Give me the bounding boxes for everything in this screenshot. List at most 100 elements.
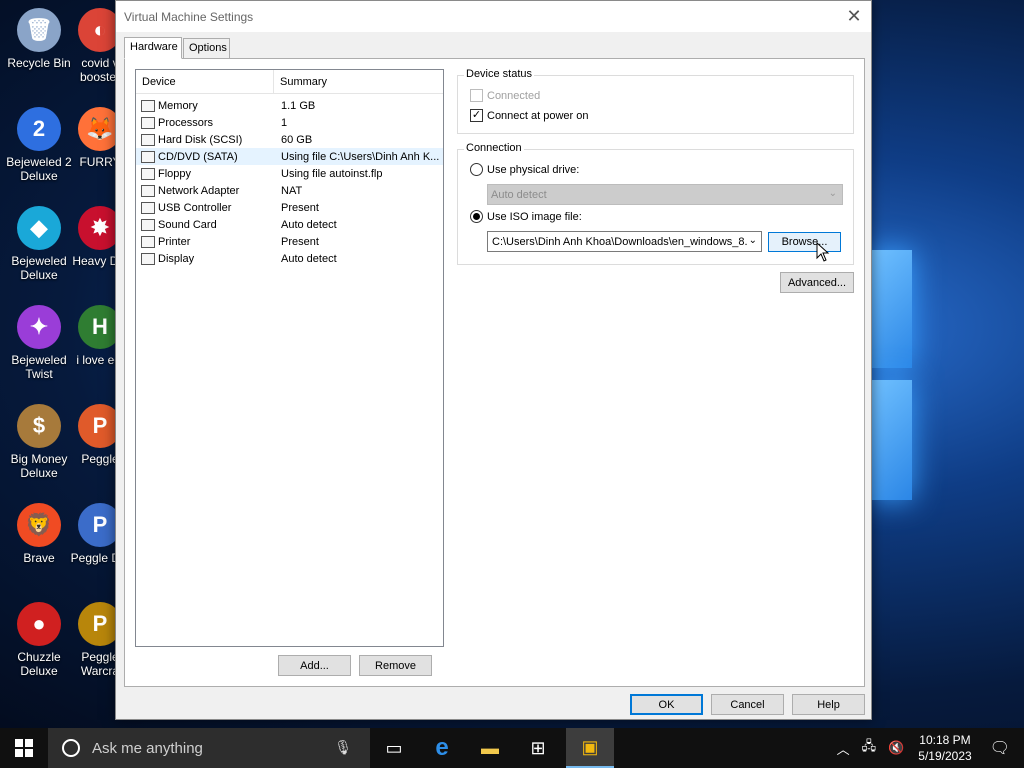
add-button[interactable]: Add... xyxy=(278,655,351,676)
physical-drive-select[interactable]: Auto detect ⌄ xyxy=(487,184,843,205)
usb-controller-icon xyxy=(141,201,155,214)
taskbar-search-box[interactable]: Ask me anything 🎙 xyxy=(48,728,370,768)
device-summary: Auto detect xyxy=(281,252,337,265)
device-row[interactable]: Memory 1.1 GB xyxy=(136,97,443,114)
chevron-down-icon: ⌄ xyxy=(828,188,837,199)
device-row[interactable]: Display Auto detect xyxy=(136,250,443,267)
taskbar: Ask me anything 🎙 ▭ e ▬ ⊞ ▣ ︿ 🖧 🔇 10:18 … xyxy=(0,728,1024,768)
connect-power-checkbox-row[interactable]: ✓ Connect at power on xyxy=(470,109,589,122)
device-name: USB Controller xyxy=(158,201,232,214)
search-placeholder: Ask me anything xyxy=(92,739,203,757)
connected-label: Connected xyxy=(487,89,541,102)
vmware-icon[interactable]: ▣ xyxy=(566,728,614,768)
column-header-device[interactable]: Device xyxy=(136,70,274,93)
device-summary: 1 xyxy=(281,116,288,129)
physical-drive-label: Use physical drive: xyxy=(487,163,580,176)
connect-power-checkbox[interactable]: ✓ xyxy=(470,109,483,122)
vm-settings-dialog: Virtual Machine Settings ✕ Hardware Opti… xyxy=(115,0,872,720)
iso-path-combobox[interactable]: C:\Users\Dinh Anh Khoa\Downloads\en_wind… xyxy=(487,231,762,252)
device-row[interactable]: Network Adapter NAT xyxy=(136,182,443,199)
chevron-up-icon[interactable]: ︿ xyxy=(837,739,850,758)
close-icon[interactable]: ✕ xyxy=(843,5,865,27)
network-adapter-icon xyxy=(141,184,155,197)
connect-power-label: Connect at power on xyxy=(487,109,589,122)
help-button[interactable]: Help xyxy=(792,694,865,715)
device-status-title: Device status xyxy=(464,68,535,80)
device-row[interactable]: Floppy Using file autoinst.flp xyxy=(136,165,443,182)
browse-button[interactable]: Browse... xyxy=(768,232,841,252)
device-summary: NAT xyxy=(281,184,303,197)
processor-icon xyxy=(141,116,155,129)
device-summary: 60 GB xyxy=(281,133,313,146)
physical-drive-radio-row[interactable]: Use physical drive: xyxy=(470,163,579,176)
hard-disk-icon xyxy=(141,133,155,146)
floppy-icon xyxy=(141,167,155,180)
device-row[interactable]: Hard Disk (SCSI) 60 GB xyxy=(136,131,443,148)
device-name: CD/DVD (SATA) xyxy=(158,150,238,163)
device-cell: Network Adapter xyxy=(136,184,274,197)
device-summary: Using file autoinst.flp xyxy=(281,167,383,180)
device-cell: Sound Card xyxy=(136,218,274,231)
chevron-down-icon[interactable]: ⌄ xyxy=(749,235,757,246)
device-name: Floppy xyxy=(158,167,192,180)
device-cell: Hard Disk (SCSI) xyxy=(136,133,274,146)
memory-icon xyxy=(141,99,155,112)
clock[interactable]: 10:18 PM 5/19/2023 xyxy=(918,732,971,764)
app-icon: $ xyxy=(17,404,61,448)
connection-title: Connection xyxy=(464,142,524,154)
device-name: Display xyxy=(158,252,195,265)
file-explorer-icon[interactable]: ▬ xyxy=(466,728,514,768)
device-name: Printer xyxy=(158,235,191,248)
app-icon: 🦁 xyxy=(17,503,61,547)
device-cell: Memory xyxy=(136,99,274,112)
mouse-cursor-icon xyxy=(816,242,830,262)
printer-icon xyxy=(141,235,155,248)
device-row[interactable]: USB Controller Present xyxy=(136,199,443,216)
tab-hardware[interactable]: Hardware xyxy=(124,37,182,59)
device-summary: Using file C:\Users\Dinh Anh K... xyxy=(281,150,440,163)
device-status-group: Device status Connected ✓ Connect at pow… xyxy=(457,68,854,134)
device-row[interactable]: Sound Card Auto detect xyxy=(136,216,443,233)
cancel-button[interactable]: Cancel xyxy=(711,694,784,715)
task-view-icon[interactable]: ▭ xyxy=(370,728,418,768)
device-cell: USB Controller xyxy=(136,201,274,214)
advanced-button[interactable]: Advanced... xyxy=(780,272,854,293)
app-icon: 🗑 xyxy=(17,8,61,52)
device-name: Hard Disk (SCSI) xyxy=(158,133,243,146)
action-center-icon[interactable]: 🗨 xyxy=(990,738,1010,758)
device-name: Memory xyxy=(158,99,198,112)
remove-button[interactable]: Remove xyxy=(359,655,432,676)
app-icon: 2 xyxy=(17,107,61,151)
microphone-icon[interactable]: 🎙 xyxy=(334,739,352,756)
device-cell: Floppy xyxy=(136,167,274,180)
device-cell: Display xyxy=(136,252,274,265)
device-name: Processors xyxy=(158,116,214,129)
column-header-summary[interactable]: Summary xyxy=(274,70,333,93)
device-summary: 1.1 GB xyxy=(281,99,316,112)
device-row[interactable]: Printer Present xyxy=(136,233,443,250)
app-icon: ✦ xyxy=(17,305,61,349)
ok-button[interactable]: OK xyxy=(630,694,703,715)
dialog-titlebar[interactable]: Virtual Machine Settings ✕ xyxy=(116,1,871,32)
cd-dvd-icon xyxy=(141,150,155,163)
device-row[interactable]: Processors 1 xyxy=(136,114,443,131)
store-icon[interactable]: ⊞ xyxy=(514,728,562,768)
tab-options[interactable]: Options xyxy=(183,38,230,59)
iso-image-radio[interactable] xyxy=(470,210,483,223)
cortana-icon xyxy=(62,739,80,757)
network-icon[interactable]: 🖧 xyxy=(862,737,877,759)
device-cell: CD/DVD (SATA) xyxy=(136,150,274,163)
iso-image-radio-row[interactable]: Use ISO image file: xyxy=(470,210,582,223)
device-summary: Present xyxy=(281,201,319,214)
connected-checkbox-row[interactable]: Connected xyxy=(470,89,540,102)
start-button[interactable] xyxy=(0,728,48,768)
connected-checkbox[interactable] xyxy=(470,89,483,102)
sound-card-icon xyxy=(141,218,155,231)
device-summary: Present xyxy=(281,235,319,248)
edge-icon[interactable]: e xyxy=(418,728,466,768)
device-list[interactable]: Device Summary Memory 1.1 GB Processors 1 Ha… xyxy=(135,69,444,647)
volume-muted-icon[interactable]: 🔇 xyxy=(888,740,904,756)
physical-drive-radio[interactable] xyxy=(470,163,483,176)
device-row[interactable]: CD/DVD (SATA) Using file C:\Users\Dinh An… xyxy=(136,148,443,165)
iso-image-label: Use ISO image file: xyxy=(487,210,582,223)
